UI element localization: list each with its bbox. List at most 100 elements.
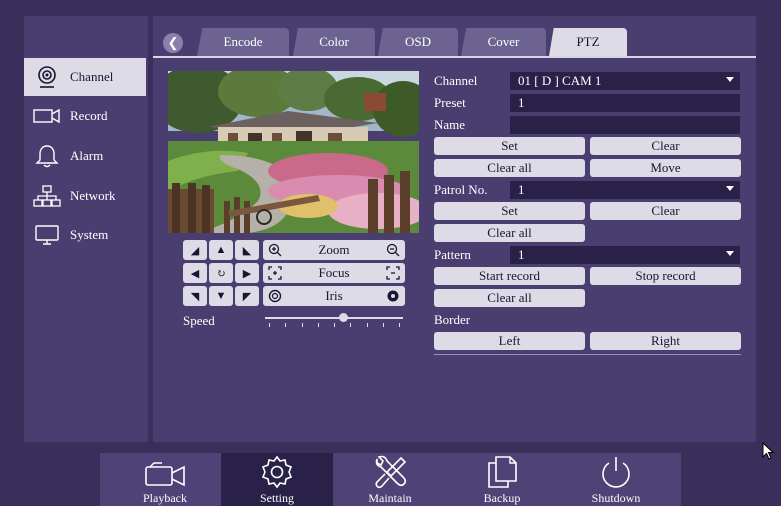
chevron-left-icon: ❮ bbox=[167, 35, 179, 50]
copy-icon bbox=[486, 453, 518, 489]
webcam-icon bbox=[24, 65, 70, 89]
zoom-out-icon[interactable] bbox=[385, 242, 401, 258]
border-right-button[interactable]: Right bbox=[590, 332, 741, 350]
preset-set-button[interactable]: Set bbox=[434, 137, 585, 155]
tab-osd[interactable]: OSD bbox=[378, 28, 458, 56]
sidebar-item-network[interactable]: Network bbox=[24, 177, 146, 215]
name-input[interactable] bbox=[510, 116, 740, 134]
menu-label: Shutdown bbox=[591, 491, 641, 505]
preset-input[interactable]: 1 bbox=[510, 94, 740, 112]
ptz-left-button[interactable]: ◀ bbox=[183, 263, 207, 283]
slider-tick bbox=[285, 323, 287, 327]
menu-setting[interactable]: Setting bbox=[221, 453, 333, 506]
patrol-label: Patrol No. bbox=[434, 182, 488, 197]
border-left-button[interactable]: Left bbox=[434, 332, 585, 350]
stop-record-button[interactable]: Stop record bbox=[590, 267, 741, 285]
patrol-clear-button[interactable]: Clear bbox=[590, 202, 741, 220]
pattern-clear-all-button[interactable]: Clear all bbox=[434, 289, 585, 307]
chevron-down-icon bbox=[726, 251, 734, 256]
arrow-left-icon: ◀ bbox=[190, 267, 200, 280]
arrow-up-right-icon: ◣ bbox=[242, 244, 252, 257]
mouse-cursor-icon bbox=[762, 441, 775, 465]
slider-tick bbox=[350, 323, 352, 327]
arrow-down-icon: ▼ bbox=[215, 290, 227, 302]
speed-slider-track[interactable] bbox=[265, 317, 403, 319]
ptz-down-right-button[interactable]: ◤ bbox=[235, 286, 259, 306]
channel-value: 01 [ D ] CAM 1 bbox=[518, 73, 602, 88]
ptz-auto-button[interactable]: ↻ bbox=[209, 263, 233, 283]
patrol-select[interactable]: 1 bbox=[510, 181, 740, 199]
slider-tick bbox=[269, 323, 270, 327]
arrow-right-icon: ▶ bbox=[242, 267, 252, 280]
iris-close-icon[interactable] bbox=[385, 288, 401, 304]
pattern-value: 1 bbox=[518, 247, 525, 262]
ptz-down-button[interactable]: ▼ bbox=[209, 286, 233, 306]
tab-color[interactable]: Color bbox=[293, 28, 375, 56]
ptz-down-left-button[interactable]: ◥ bbox=[183, 286, 207, 306]
preset-clear-button[interactable]: Clear bbox=[590, 137, 741, 155]
camcorder-icon bbox=[142, 453, 188, 489]
slider-tick bbox=[382, 323, 384, 327]
preset-move-button[interactable]: Move bbox=[590, 159, 741, 177]
ptz-up-right-button[interactable]: ◣ bbox=[235, 240, 259, 260]
focus-near-icon[interactable] bbox=[267, 265, 283, 281]
arrow-down-right-icon: ◤ bbox=[242, 290, 252, 303]
rotate-icon: ↻ bbox=[216, 267, 226, 280]
sidebar-item-channel[interactable]: Channel bbox=[24, 58, 146, 96]
gear-icon bbox=[260, 453, 294, 489]
slider-tick bbox=[317, 323, 319, 327]
pattern-select[interactable]: 1 bbox=[510, 246, 740, 264]
preset-value: 1 bbox=[518, 95, 525, 110]
patrol-clear-all-button[interactable]: Clear all bbox=[434, 224, 585, 242]
bottom-menu: Playback Setting Maintain Backup Shutdow… bbox=[100, 453, 681, 506]
zoom-in-icon[interactable] bbox=[267, 242, 283, 258]
tab-encode[interactable]: Encode bbox=[197, 28, 289, 56]
start-record-button[interactable]: Start record bbox=[434, 267, 585, 285]
zoom-control: Zoom bbox=[263, 240, 405, 260]
sidebar-item-system[interactable]: System bbox=[24, 216, 146, 254]
tab-bar: ❮ Encode Color OSD Cover PTZ bbox=[153, 16, 756, 56]
sidebar-item-alarm[interactable]: Alarm bbox=[24, 137, 146, 175]
arrow-up-left-icon: ◢ bbox=[190, 244, 200, 257]
menu-playback[interactable]: Playback bbox=[110, 453, 220, 506]
ptz-right-button[interactable]: ▶ bbox=[235, 263, 259, 283]
sidebar-item-label: Channel bbox=[70, 69, 114, 84]
menu-shutdown[interactable]: Shutdown bbox=[560, 453, 672, 506]
sidebar-item-record[interactable]: Record bbox=[24, 97, 146, 135]
menu-maintain[interactable]: Maintain bbox=[336, 453, 444, 506]
iris-open-icon[interactable] bbox=[267, 288, 283, 304]
bell-icon bbox=[24, 143, 70, 169]
divider bbox=[434, 354, 741, 355]
channel-label: Channel bbox=[434, 73, 478, 88]
arrow-up-icon: ▲ bbox=[215, 244, 227, 256]
patrol-set-button[interactable]: Set bbox=[434, 202, 585, 220]
sidebar-item-label: Record bbox=[70, 108, 108, 123]
ptz-up-button[interactable]: ▲ bbox=[209, 240, 233, 260]
menu-label: Maintain bbox=[368, 491, 412, 505]
preset-clear-all-button[interactable]: Clear all bbox=[434, 159, 585, 177]
slider-tick bbox=[366, 323, 368, 327]
sidebar-item-label: Alarm bbox=[70, 148, 104, 163]
patrol-value: 1 bbox=[518, 182, 525, 197]
tab-cover[interactable]: Cover bbox=[461, 28, 546, 56]
menu-backup[interactable]: Backup bbox=[448, 453, 556, 506]
pattern-label: Pattern bbox=[434, 247, 471, 262]
video-camera-icon bbox=[24, 107, 70, 125]
sidebar-item-label: System bbox=[70, 227, 109, 242]
focus-far-icon[interactable] bbox=[385, 265, 401, 281]
slider-tick bbox=[334, 323, 335, 327]
border-label: Border bbox=[434, 312, 471, 327]
focus-control: Focus bbox=[263, 263, 405, 283]
power-icon bbox=[598, 453, 634, 489]
channel-select[interactable]: 01 [ D ] CAM 1 bbox=[510, 72, 740, 90]
slider-tick bbox=[399, 323, 400, 327]
monitor-icon bbox=[24, 224, 70, 246]
tab-ptz[interactable]: PTZ bbox=[549, 28, 627, 56]
ptz-up-left-button[interactable]: ◢ bbox=[183, 240, 207, 260]
iris-control: Iris bbox=[263, 286, 405, 306]
back-button[interactable]: ❮ bbox=[163, 33, 183, 53]
menu-label: Setting bbox=[259, 491, 294, 505]
network-icon bbox=[24, 184, 70, 208]
arrow-down-left-icon: ◥ bbox=[190, 290, 200, 303]
tools-icon bbox=[371, 453, 409, 489]
